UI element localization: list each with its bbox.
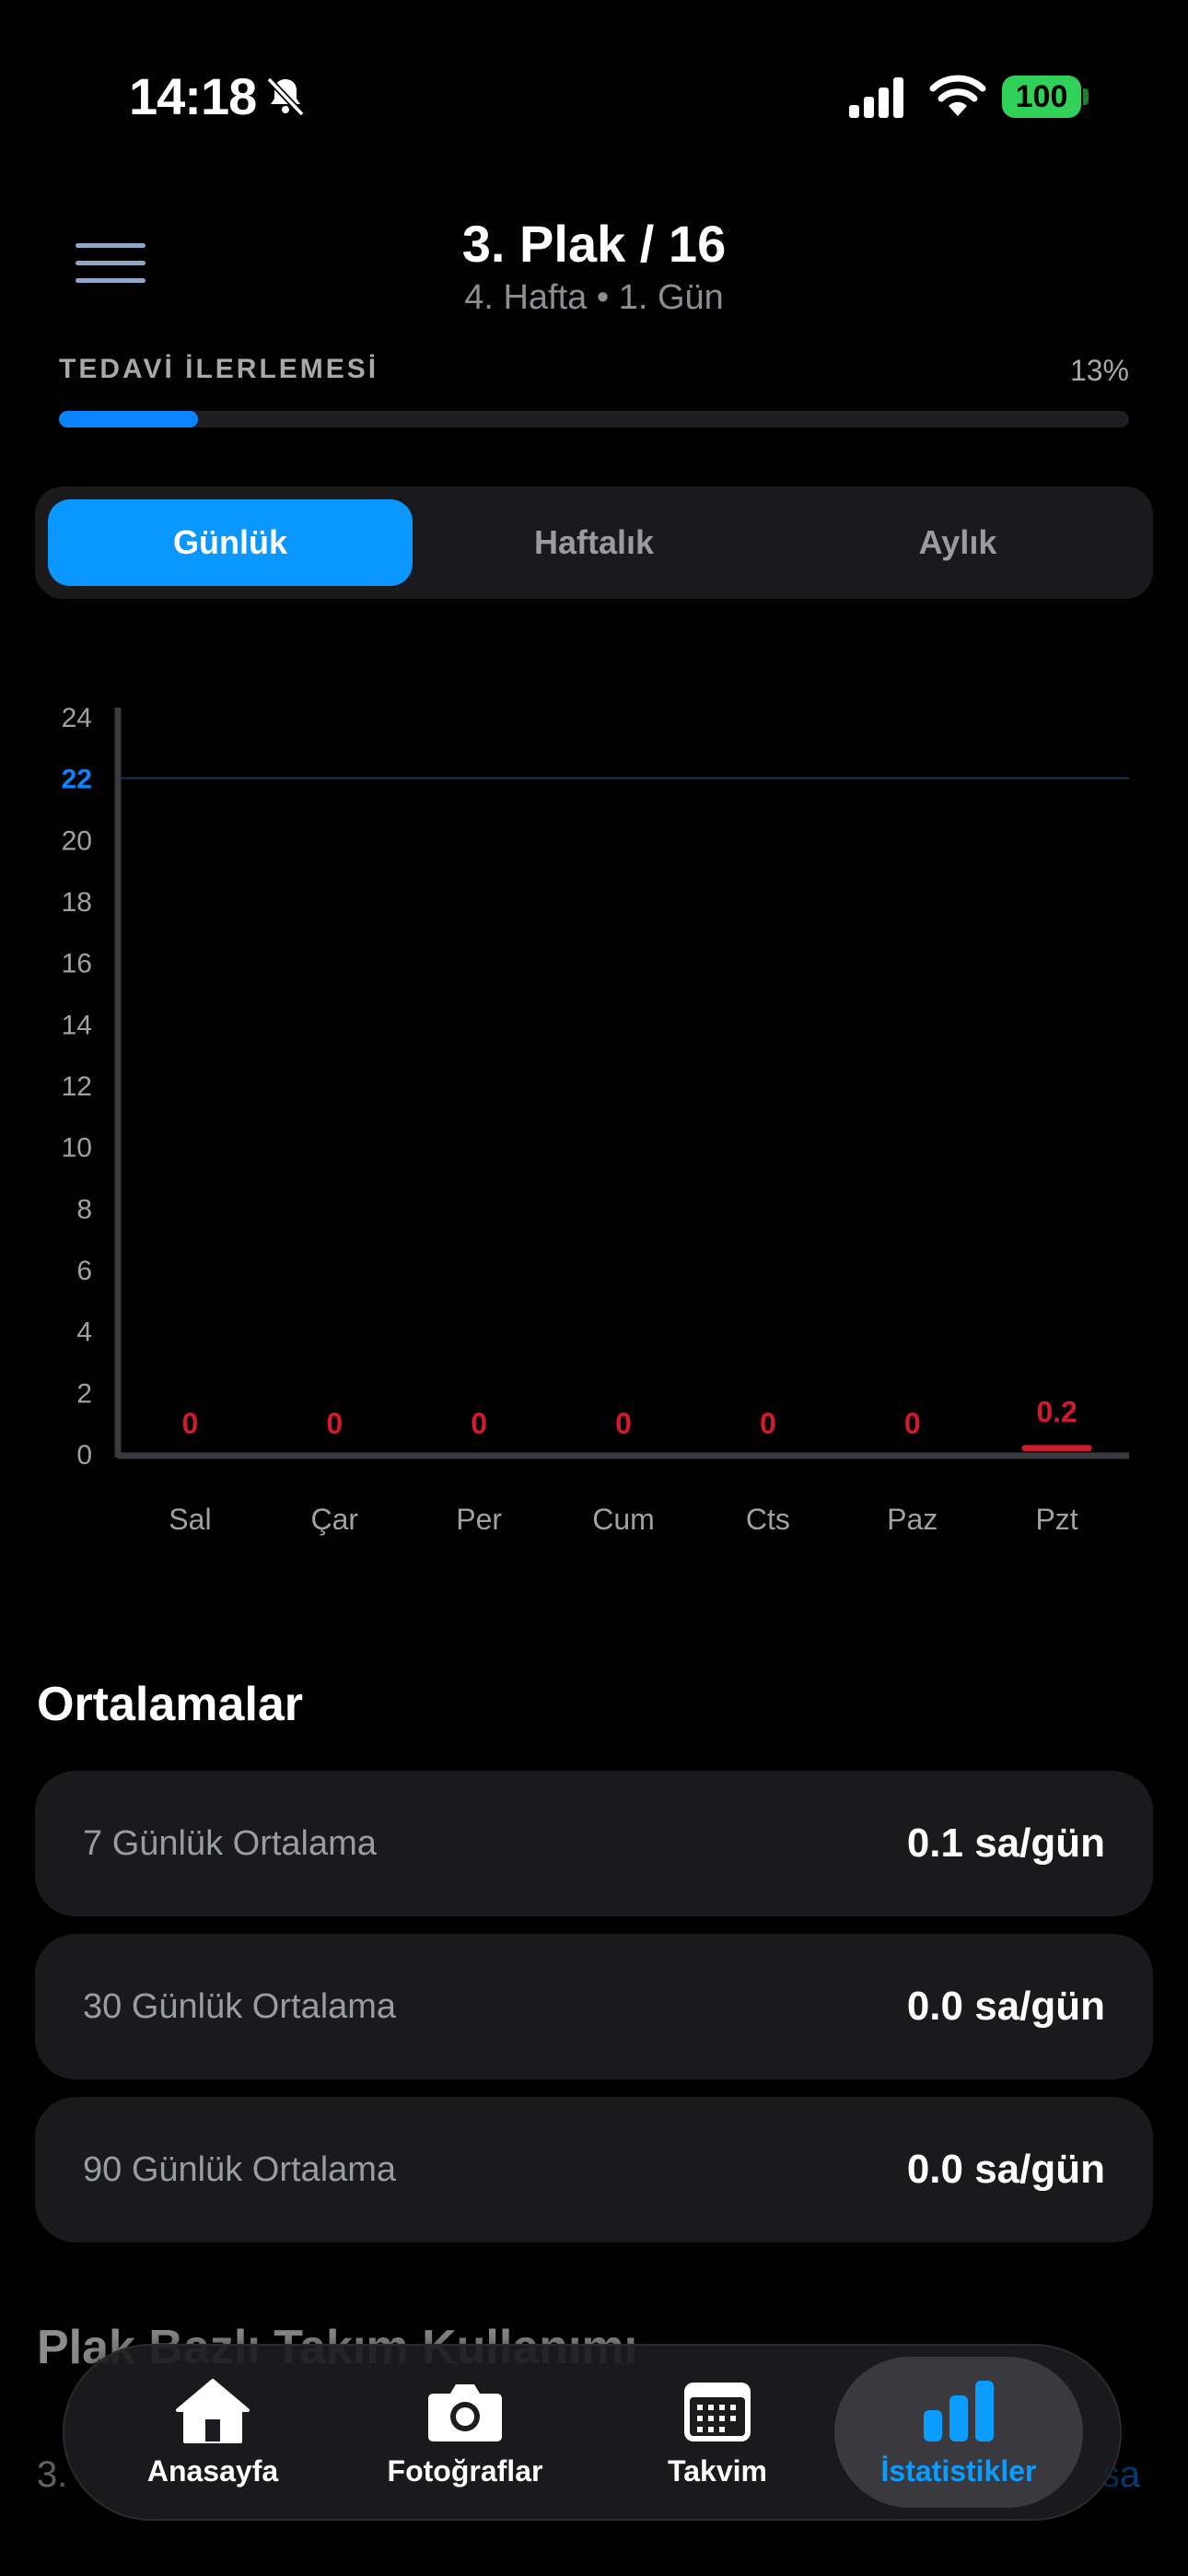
progress-bar: [59, 411, 1129, 427]
average-label: 90 Günlük Ortalama: [83, 2149, 397, 2189]
x-tick-label: Cts: [746, 1503, 790, 1536]
status-time: 14:18: [129, 67, 257, 125]
page-title: 3. Plak / 16: [461, 215, 727, 273]
bar-value-label: 0.2: [1036, 1395, 1077, 1428]
average-card-30: 30 Günlük Ortalama 0.0 sa/gün: [35, 1934, 1153, 2079]
y-tick-label: 8: [76, 1194, 92, 1224]
tab-statistics[interactable]: İstatistikler: [834, 2357, 1083, 2508]
daily-usage-chart: 0246810121416182022240Sal0Çar0Per0Cum0Ct…: [62, 703, 1129, 1536]
average-card-90: 90 Günlük Ortalama 0.0 sa/gün: [35, 2097, 1153, 2242]
averages-title: Ortalamalar: [37, 1678, 304, 1731]
x-tick-label: Çar: [311, 1503, 359, 1536]
cellular-signal-icon: [849, 77, 903, 118]
bar-value-label: 0: [760, 1407, 776, 1440]
y-tick-label: 12: [62, 1071, 92, 1102]
chart-icon: [924, 2380, 994, 2441]
average-label: 30 Günlük Ortalama: [83, 1986, 397, 2026]
segment-daily[interactable]: Günlük: [48, 499, 413, 586]
y-tick-label: 0: [76, 1440, 92, 1470]
page-subtitle: 4. Hafta • 1. Gün: [464, 278, 724, 317]
bottom-tab-bar: Anasayfa Fotoğraflar Takvim İstatistikle…: [63, 2344, 1122, 2521]
plate-row-label: 3.: [37, 2454, 68, 2495]
bar-value-label: 0: [615, 1407, 632, 1440]
progress-percent: 13%: [1069, 354, 1129, 387]
bar-value-label: 0: [326, 1407, 343, 1440]
y-tick-label: 14: [62, 1010, 92, 1040]
tab-photos[interactable]: Fotoğraflar: [341, 2357, 589, 2508]
tab-label: Fotoğraflar: [387, 2453, 543, 2488]
y-tick-label: 6: [76, 1256, 92, 1286]
x-tick-label: Paz: [887, 1503, 938, 1536]
period-segmented-control: Günlük Haftalık Aylık: [35, 486, 1153, 599]
average-card-7: 7 Günlük Ortalama 0.1 sa/gün: [35, 1771, 1153, 1916]
battery-level: 100: [1015, 78, 1068, 114]
y-tick-label: 20: [62, 825, 92, 856]
x-tick-label: Sal: [169, 1503, 211, 1536]
x-tick-label: Pzt: [1035, 1503, 1077, 1536]
average-label: 7 Günlük Ortalama: [83, 1823, 377, 1863]
camera-icon: [428, 2383, 502, 2441]
y-tick-label: 22: [62, 765, 92, 795]
bar: [1021, 1445, 1092, 1451]
average-value: 0.1 sa/gün: [906, 1821, 1105, 1866]
tab-label: Takvim: [668, 2453, 767, 2488]
y-tick-label: 4: [76, 1317, 92, 1348]
y-tick-label: 10: [62, 1133, 92, 1164]
y-tick-label: 16: [62, 949, 92, 979]
average-value: 0.0 sa/gün: [906, 2147, 1105, 2192]
y-tick-label: 2: [76, 1378, 92, 1409]
y-tick-label: 24: [62, 703, 92, 733]
average-value: 0.0 sa/gün: [906, 1984, 1105, 2029]
progress-label: TEDAVİ İLERLEMESİ: [59, 354, 379, 384]
battery-nub: [1083, 88, 1089, 105]
wifi-icon: [929, 75, 986, 116]
progress-fill: [59, 411, 199, 427]
battery-indicator: 100: [1002, 76, 1081, 118]
x-tick-label: Per: [456, 1503, 502, 1536]
tab-label: İstatistikler: [880, 2453, 1037, 2488]
y-tick-label: 18: [62, 887, 92, 918]
bell-muted-icon: [266, 76, 305, 117]
bar-value-label: 0: [182, 1407, 199, 1440]
calendar-icon: [684, 2382, 751, 2441]
tab-label: Anasayfa: [146, 2453, 279, 2488]
bar-value-label: 0: [904, 1407, 921, 1440]
bar-value-label: 0: [471, 1407, 487, 1440]
segment-weekly[interactable]: Haftalık: [412, 499, 776, 586]
home-icon: [176, 2378, 250, 2443]
x-tick-label: Cum: [592, 1503, 655, 1536]
segment-monthly[interactable]: Aylık: [775, 499, 1140, 586]
tab-calendar[interactable]: Takvim: [593, 2357, 842, 2508]
tab-home[interactable]: Anasayfa: [88, 2357, 337, 2508]
